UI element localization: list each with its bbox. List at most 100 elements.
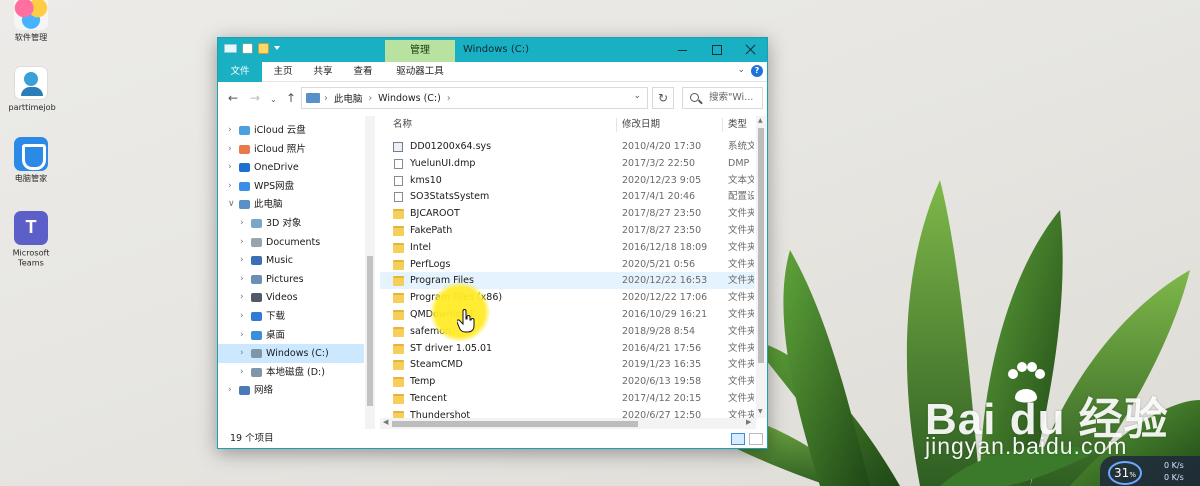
chevron-right-icon[interactable]: › [240,288,244,307]
scroll-left-icon[interactable]: ◀ [383,418,388,426]
nav-item[interactable]: › Pictures [218,270,364,289]
breadcrumb-separator-icon[interactable]: › [447,93,451,104]
vertical-scrollbar[interactable]: ▲ ▼ [756,116,766,418]
chevron-right-icon[interactable]: › [240,307,244,326]
chevron-right-icon[interactable]: › [228,140,232,159]
file-row[interactable]: Temp 2020/6/13 19:58 文件夹 [380,373,755,390]
chevron-right-icon[interactable]: › [240,326,244,345]
nav-item[interactable]: › 桌面 [218,326,364,345]
desktop-icon-teams[interactable]: Microsoft Teams [6,211,56,270]
address-bar[interactable]: › 此电脑 › Windows (C:) › ⌄ [301,87,648,109]
nav-item[interactable]: › iCloud 云盘 [218,121,364,140]
new-folder-icon[interactable] [258,43,269,54]
up-arrow-icon[interactable]: ↑ [286,91,296,105]
tab-drive-tools[interactable]: 驱动器工具 [390,62,450,82]
column-header-name[interactable]: 名称 [393,116,412,134]
nav-item[interactable]: › Videos [218,288,364,307]
file-row[interactable]: SteamCMD 2019/1/23 16:35 文件夹 [380,356,755,373]
nav-item-label: 网络 [254,385,274,397]
tab-manage[interactable]: 管理 [385,40,455,62]
chevron-right-icon[interactable]: › [228,381,232,400]
breadcrumb-this-pc[interactable]: 此电脑 [334,91,363,105]
address-dropdown-icon[interactable]: ⌄ [633,91,641,101]
file-row[interactable]: Intel 2016/12/18 18:09 文件夹 [380,239,755,256]
nav-item[interactable]: › Documents [218,233,364,252]
tab-home[interactable]: 主页 [268,62,298,82]
nav-item[interactable]: › Windows (C:) [218,344,364,364]
horizontal-scrollbar-thumb[interactable] [392,421,638,427]
nav-item-label: 此电脑 [254,199,283,211]
file-row[interactable]: Tencent 2017/4/12 20:15 文件夹 [380,390,755,407]
file-explorer-window: 管理 Windows (C:) 文件 主页 共享 查看 驱动器工具 ⌄ ? ← … [217,37,768,449]
tab-file[interactable]: 文件 [218,62,262,82]
chevron-right-icon[interactable]: › [228,121,232,140]
nav-item[interactable]: › iCloud 照片 [218,140,364,159]
nav-scrollbar-thumb[interactable] [367,256,373,406]
desktop-icon-label: Microsoft Teams [12,249,50,268]
expand-ribbon-icon[interactable]: ⌄ [737,65,745,75]
chevron-right-icon[interactable]: › [240,233,244,252]
properties-icon[interactable] [242,43,253,54]
details-view-button[interactable] [731,433,745,445]
breadcrumb-separator-icon[interactable]: › [324,93,328,104]
chevron-right-icon[interactable]: › [240,344,244,363]
breadcrumb-separator-icon[interactable]: › [368,93,372,104]
recent-locations-chevron-icon[interactable]: ⌄ [270,93,277,107]
column-header-date[interactable]: 修改日期 [622,116,660,134]
chevron-down-icon[interactable]: ∨ [228,195,235,214]
nav-scrollbar[interactable] [365,116,375,429]
file-row[interactable]: kms10 2020/12/23 9:05 文本文 [380,172,755,189]
search-input[interactable]: 搜索"Wi... [682,87,763,109]
file-row[interactable]: Program Files 2020/12/22 16:53 文件夹 [380,272,755,290]
chevron-right-icon[interactable]: › [240,270,244,289]
vertical-scrollbar-thumb[interactable] [758,128,764,363]
chevron-right-icon[interactable]: › [228,177,232,196]
net-speed-widget[interactable]: 31% 0 K/s 0 K/s [1100,456,1200,486]
scroll-right-icon[interactable]: ▶ [746,418,751,426]
refresh-button[interactable]: ↻ [652,87,674,109]
title-bar[interactable]: 管理 Windows (C:) [218,38,767,62]
desktop-icon-software-manager[interactable]: 软件管理 [6,0,56,44]
nav-item[interactable]: › WPS网盘 [218,177,364,196]
horizontal-scrollbar[interactable]: ◀ ▶ [380,418,756,429]
column-divider[interactable] [722,118,723,132]
nav-item[interactable]: › Music [218,251,364,270]
file-row[interactable]: PerfLogs 2020/5/21 0:56 文件夹 [380,256,755,273]
scroll-up-icon[interactable]: ▲ [758,117,763,124]
back-arrow-icon[interactable]: ← [228,91,238,105]
file-row[interactable]: DD01200x64.sys 2010/4/20 17:30 系统文 [380,138,755,155]
nav-item[interactable]: › 本地磁盘 (D:) [218,363,364,382]
close-button[interactable] [733,38,767,62]
column-header-type[interactable]: 类型 [728,116,747,134]
chevron-right-icon[interactable]: › [240,363,244,382]
chevron-right-icon[interactable]: › [228,158,232,177]
large-icons-view-button[interactable] [749,433,763,445]
file-row[interactable]: ST driver 1.05.01 2016/4/21 17:56 文件夹 [380,340,755,357]
help-icon[interactable]: ? [751,65,763,77]
chevron-right-icon[interactable]: › [240,251,244,270]
forward-arrow-icon[interactable]: → [250,91,260,105]
scroll-down-icon[interactable]: ▼ [758,408,763,415]
file-row[interactable]: YuelunUI.dmp 2017/3/2 22:50 DMP [380,155,755,172]
nav-item[interactable]: ∨ 此电脑 [218,195,364,214]
chevron-down-icon[interactable] [274,45,280,52]
column-divider[interactable] [616,118,617,132]
nav-item[interactable]: › OneDrive [218,158,364,177]
minimize-button[interactable] [665,38,699,62]
file-name: Intel [410,241,432,253]
desktop-icon-parttimejob[interactable]: parttimejob [6,66,56,114]
file-row[interactable]: SO3StatsSystem 2017/4/1 20:46 配置设 [380,188,755,205]
tab-share[interactable]: 共享 [308,62,338,82]
file-row[interactable]: BJCAROOT 2017/8/27 23:50 文件夹 [380,205,755,222]
nav-item[interactable]: › 3D 对象 [218,214,364,233]
nav-item[interactable]: › 下载 [218,307,364,326]
maximize-button[interactable] [699,38,733,62]
parttimejob-icon [14,66,48,100]
chevron-right-icon[interactable]: › [240,214,244,233]
tab-view[interactable]: 查看 [348,62,378,82]
folder-icon [393,310,404,320]
file-row[interactable]: FakePath 2017/8/27 23:50 文件夹 [380,222,755,239]
nav-item[interactable]: › 网络 [218,381,364,400]
breadcrumb-current[interactable]: Windows (C:) [378,93,441,104]
desktop-icon-pc-guard[interactable]: 电脑管家 [6,137,56,185]
